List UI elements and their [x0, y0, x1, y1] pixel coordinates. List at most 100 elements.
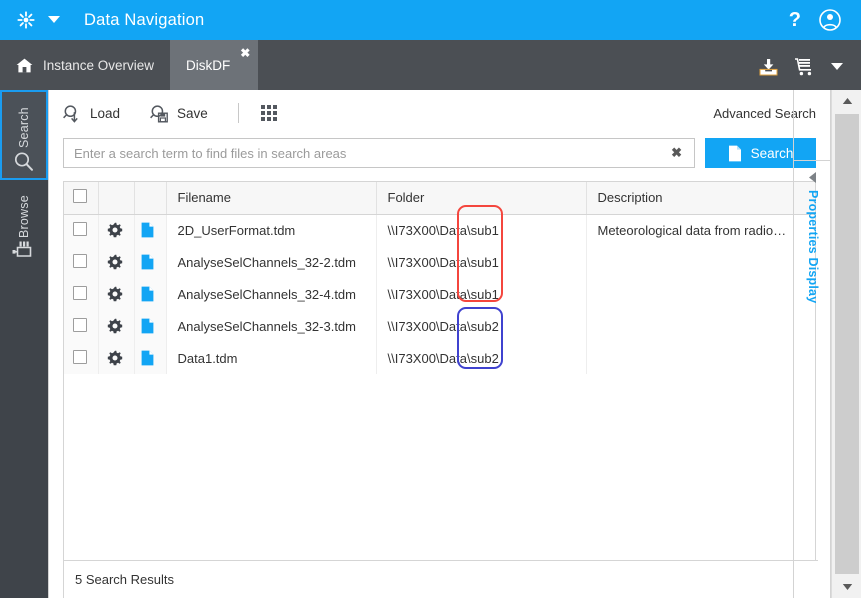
search-toolbar: Load Save Advanced Search [49, 90, 830, 136]
cell-folder: \\I73X00\Data\sub1 [376, 214, 587, 246]
row-actions-cell [98, 310, 135, 342]
search-input-wrapper[interactable]: ✖ [63, 138, 695, 168]
row-filetype-cell [134, 246, 167, 278]
properties-display-label: Properties Display [806, 190, 820, 304]
row-filetype-cell [134, 214, 167, 246]
sidebar-item-label: Browse [17, 195, 31, 238]
sidebar-item-browse[interactable]: Browse [0, 180, 48, 270]
save-label: Save [177, 105, 208, 121]
column-header-filename[interactable]: Filename [166, 182, 377, 215]
table-row[interactable]: Data1.tdm \\I73X00\Data\sub2 [64, 342, 815, 374]
table-row[interactable]: 2D_UserFormat.tdm \\I73X00\Data\sub1 Meteo… [64, 214, 815, 246]
asterisk-icon[interactable] [16, 10, 36, 30]
scroll-down-arrow-icon[interactable] [832, 576, 861, 598]
tab-bar: Instance Overview DiskDF ✖ [0, 40, 861, 90]
row-checkbox-cell [64, 214, 99, 246]
search-button-label: Search [750, 145, 794, 161]
cell-filename: AnalyseSelChannels_32-2.tdm [166, 246, 377, 278]
tab-bar-actions [758, 58, 843, 76]
tab-instance-overview[interactable]: Instance Overview [0, 40, 170, 90]
cell-description [586, 310, 815, 342]
user-account-icon[interactable] [819, 9, 841, 31]
cell-folder: \\I73X00\Data\sub1 [376, 278, 587, 310]
row-actions-cell [98, 342, 135, 374]
row-checkbox[interactable] [73, 253, 87, 268]
app-title: Data Navigation [84, 10, 205, 29]
tab-label: Instance Overview [43, 57, 155, 73]
cell-filename: AnalyseSelChannels_32-3.tdm [166, 310, 377, 342]
home-icon [16, 58, 33, 73]
chevron-down-icon[interactable] [46, 16, 62, 24]
row-checkbox[interactable] [73, 349, 87, 364]
sidebar-item-search[interactable]: Search [0, 90, 48, 180]
row-filetype-cell [134, 278, 167, 310]
column-header-actions [98, 182, 135, 215]
row-checkbox[interactable] [73, 221, 87, 236]
row-filetype-cell [134, 310, 167, 342]
title-bar: Data Navigation ? [0, 0, 861, 40]
cell-folder: \\I73X00\Data\sub1 [376, 246, 587, 278]
title-bar-actions: ? [789, 9, 841, 31]
cell-folder: \\I73X00\Data\sub2 [376, 310, 587, 342]
cell-description [586, 246, 815, 278]
row-actions-cell [98, 278, 135, 310]
advanced-search-link[interactable]: Advanced Search [713, 106, 816, 121]
download-icon[interactable] [758, 58, 778, 76]
tab-label: DiskDF [186, 57, 231, 73]
scroll-up-arrow-icon[interactable] [832, 90, 861, 112]
vertical-scrollbar[interactable] [831, 90, 861, 598]
gear-icon[interactable] [107, 254, 134, 270]
row-checkbox[interactable] [73, 317, 87, 332]
chevron-down-icon[interactable] [831, 63, 843, 71]
cell-description [586, 342, 815, 374]
table-row[interactable]: AnalyseSelChannels_32-4.tdm \\I73X00\Data… [64, 278, 815, 310]
results-table: Filename Folder Description 2D_UserForma… [64, 182, 815, 374]
table-row[interactable]: AnalyseSelChannels_32-3.tdm \\I73X00\Data… [64, 310, 815, 342]
sidebar-item-label: Search [17, 107, 31, 148]
table-body: 2D_UserFormat.tdm \\I73X00\Data\sub1 Meteo… [64, 214, 815, 374]
table-head: Filename Folder Description [64, 182, 815, 215]
gear-icon[interactable] [107, 222, 134, 238]
search-input[interactable] [74, 145, 668, 161]
main-panel: Load Save Advanced Search Enter a search… [48, 90, 831, 598]
column-header-filetype [134, 182, 167, 215]
magnifier-icon [12, 150, 36, 174]
search-row: ✖ Search [49, 138, 830, 168]
gear-icon[interactable] [107, 286, 134, 302]
table-header-row: Filename Folder Description [64, 182, 815, 215]
tdm-file-icon [141, 254, 166, 270]
select-all-checkbox[interactable] [73, 189, 87, 204]
tab-diskdf[interactable]: DiskDF ✖ [170, 40, 259, 90]
close-icon[interactable]: ✖ [240, 47, 250, 59]
save-search-icon [150, 104, 169, 123]
left-rail: Search Browse [0, 90, 48, 598]
results-table-wrapper: Filename Folder Description 2D_UserForma… [63, 181, 816, 565]
properties-display-panel[interactable]: Properties Display [798, 170, 828, 360]
status-bar: 5 Search Results [63, 560, 818, 598]
chevron-left-icon[interactable] [809, 172, 817, 183]
tdm-file-icon [141, 286, 166, 302]
row-checkbox-cell [64, 342, 99, 374]
load-label: Load [90, 105, 121, 121]
cell-description [586, 278, 815, 310]
gear-icon[interactable] [107, 318, 134, 334]
clear-x-icon[interactable]: ✖ [667, 145, 686, 161]
scrollbar-thumb[interactable] [835, 114, 859, 574]
properties-panel-divider [793, 90, 794, 598]
grid-view-icon[interactable] [260, 105, 277, 121]
gear-icon[interactable] [107, 350, 134, 366]
tdm-file-icon [141, 318, 166, 334]
row-checkbox-cell [64, 246, 99, 278]
tdm-file-icon [141, 350, 166, 366]
column-header-description[interactable]: Description [586, 182, 815, 215]
cart-icon[interactable] [794, 58, 815, 76]
toolbar-divider [237, 103, 239, 123]
load-button[interactable]: Load [63, 104, 120, 123]
save-button[interactable]: Save [150, 104, 208, 123]
search-button[interactable]: Search [705, 138, 816, 168]
help-icon[interactable]: ? [789, 10, 801, 30]
column-header-folder[interactable]: Folder [376, 182, 587, 215]
properties-panel-top-divider [793, 160, 831, 161]
row-checkbox[interactable] [73, 285, 87, 300]
table-row[interactable]: AnalyseSelChannels_32-2.tdm \\I73X00\Data… [64, 246, 815, 278]
